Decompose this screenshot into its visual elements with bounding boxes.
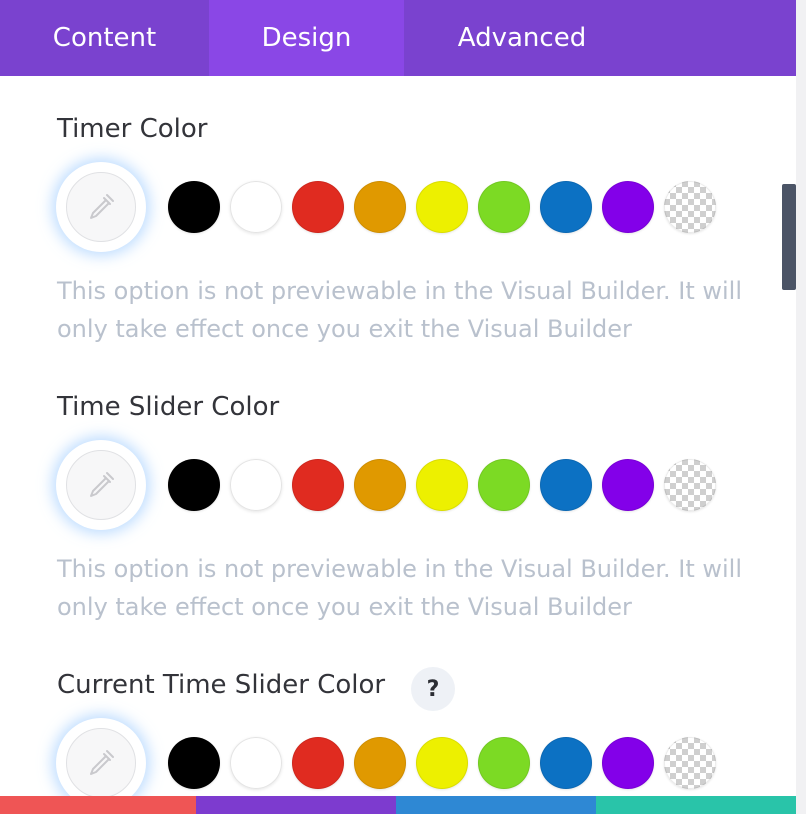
bottom-color-strip — [0, 796, 796, 814]
eyedropper-icon — [66, 728, 136, 798]
help-icon[interactable]: ? — [411, 667, 455, 711]
tab-advanced[interactable]: Advanced — [404, 0, 640, 76]
swatch-red[interactable] — [292, 181, 344, 233]
swatch-black[interactable] — [168, 737, 220, 789]
swatch-blue[interactable] — [540, 737, 592, 789]
swatch-white[interactable] — [230, 737, 282, 789]
swatch-green[interactable] — [478, 737, 530, 789]
swatch-red[interactable] — [292, 737, 344, 789]
swatch-yellow[interactable] — [416, 459, 468, 511]
swatch-red[interactable] — [292, 459, 344, 511]
swatch-transparent[interactable] — [664, 181, 716, 233]
swatch-yellow[interactable] — [416, 181, 468, 233]
swatch-transparent[interactable] — [664, 459, 716, 511]
swatch-orange[interactable] — [354, 181, 406, 233]
time-slider-color-picker-button[interactable] — [56, 440, 146, 530]
swatch-black[interactable] — [168, 459, 220, 511]
swatch-black[interactable] — [168, 181, 220, 233]
swatch-blue[interactable] — [540, 181, 592, 233]
timer-color-picker-button[interactable] — [56, 162, 146, 252]
strip-segment-red — [0, 796, 196, 814]
timer-color-label: Timer Color — [57, 114, 208, 144]
time-slider-color-note: This option is not previewable in the Vi… — [57, 555, 743, 621]
current-time-slider-color-picker-button[interactable] — [56, 718, 146, 808]
panel-edge — [796, 0, 806, 814]
swatch-green[interactable] — [478, 459, 530, 511]
swatch-orange[interactable] — [354, 459, 406, 511]
swatch-purple[interactable] — [602, 737, 654, 789]
eyedropper-icon — [66, 172, 136, 242]
swatch-white[interactable] — [230, 459, 282, 511]
strip-segment-blue — [396, 796, 596, 814]
swatch-purple[interactable] — [602, 459, 654, 511]
swatch-purple[interactable] — [602, 181, 654, 233]
tab-bar: Content Design Advanced — [0, 0, 796, 76]
tab-design[interactable]: Design — [209, 0, 404, 76]
tab-content[interactable]: Content — [0, 0, 209, 76]
strip-segment-purple — [196, 796, 396, 814]
swatch-transparent[interactable] — [664, 737, 716, 789]
timer-color-note: This option is not previewable in the Vi… — [57, 277, 743, 343]
swatch-white[interactable] — [230, 181, 282, 233]
swatch-orange[interactable] — [354, 737, 406, 789]
swatch-blue[interactable] — [540, 459, 592, 511]
eyedropper-icon — [66, 450, 136, 520]
swatch-green[interactable] — [478, 181, 530, 233]
scrollbar-thumb[interactable] — [782, 184, 796, 290]
strip-segment-teal — [596, 796, 796, 814]
swatch-yellow[interactable] — [416, 737, 468, 789]
time-slider-color-label: Time Slider Color — [57, 392, 280, 422]
current-time-slider-color-label: Current Time Slider Color — [57, 670, 386, 700]
